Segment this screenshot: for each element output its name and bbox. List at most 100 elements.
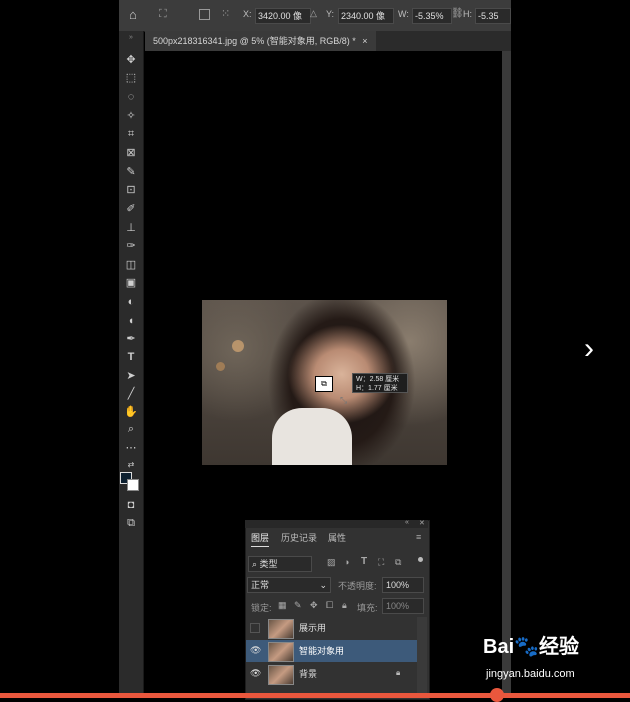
document-title: 500px218316341.jpg @ 5% (智能对象用, RGB/8) *	[153, 36, 356, 46]
x-input[interactable]: 3420.00 像	[255, 8, 311, 24]
history-brush-icon[interactable]: ✑	[123, 239, 139, 253]
visibility-off-icon[interactable]	[250, 623, 260, 633]
eraser-icon[interactable]: ◫	[123, 258, 139, 272]
layers-scrollbar[interactable]	[417, 617, 427, 693]
resize-cursor-icon: ⤡	[340, 395, 348, 405]
reference-point-icon[interactable]: ⁙	[221, 7, 230, 20]
swap-colors-icon[interactable]: ⇄	[123, 458, 139, 472]
lock-label: 锁定:	[251, 603, 272, 613]
home-icon[interactable]: ⌂	[129, 7, 137, 22]
layer-row[interactable]: 展示用	[246, 617, 417, 639]
tab-properties[interactable]: 属性	[328, 530, 346, 546]
layer-name: 展示用	[299, 623, 327, 633]
panel-menu-icon[interactable]: ≡	[416, 532, 421, 542]
close-icon[interactable]: ×	[362, 36, 367, 46]
filter-adjustment-icon[interactable]: ◑	[344, 557, 349, 567]
type-icon[interactable]: T	[123, 350, 139, 364]
tab-history[interactable]: 历史记录	[281, 530, 317, 546]
eye-icon[interactable]: 👁︎	[250, 668, 261, 678]
close-panel-icon[interactable]: ✕	[419, 519, 425, 527]
tools-panel: » ✥ ⬚ ◌ ✧ ⌗ ⊠ ✎ ⊡ ✐ ⊥ ✑ ◫ ▣ ◐ ◖ ✒ T ➤ ╱ …	[119, 31, 144, 698]
checkbox-icon[interactable]	[199, 9, 210, 20]
tooltip-width: W：2.58 厘米	[356, 376, 400, 383]
lock-paint-icon[interactable]: ✎	[294, 600, 302, 611]
brush-icon[interactable]: ✐	[123, 202, 139, 216]
progress-bar[interactable]	[0, 693, 630, 698]
transform-ref-icon[interactable]: ⛶	[159, 8, 167, 21]
lasso-icon[interactable]: ◌	[123, 90, 139, 104]
h-label: H:	[463, 9, 472, 19]
w-label: W:	[398, 9, 409, 19]
lock-pixels-icon[interactable]: ▦	[278, 600, 287, 611]
panel-header: « ✕	[245, 519, 428, 528]
bokeh-light	[216, 362, 225, 371]
link-icon[interactable]: ⛓	[451, 8, 464, 19]
marquee-icon[interactable]: ⬚	[123, 71, 139, 85]
fill-input[interactable]: 100%	[382, 598, 424, 614]
zoom-icon[interactable]: ⌕	[123, 422, 139, 436]
next-arrow-icon[interactable]: ›	[584, 334, 604, 364]
filter-smart-object-icon[interactable]: ⧉	[395, 557, 401, 568]
dodge-icon[interactable]: ◖	[123, 314, 139, 328]
path-select-icon[interactable]: ➤	[123, 369, 139, 383]
y-label: Y:	[326, 9, 335, 19]
stamp-icon[interactable]: ⊥	[123, 221, 139, 235]
magic-wand-icon[interactable]: ✧	[123, 109, 139, 123]
frame-icon[interactable]: ⊠	[123, 146, 139, 160]
healing-icon[interactable]: ⊡	[123, 183, 139, 197]
eye-icon[interactable]: 👁︎	[250, 645, 261, 655]
eyedropper-icon[interactable]: ✎	[123, 165, 139, 179]
layer-filter-select[interactable]: ⌕ 类型	[248, 556, 312, 572]
smart-object-cursor-icon: ⧉	[315, 376, 333, 392]
filter-label: 类型	[259, 559, 278, 569]
filter-type-icon[interactable]: T	[361, 556, 367, 567]
fill-value: 100%	[386, 601, 410, 611]
blend-mode-select[interactable]: 正常 ⌄	[247, 577, 331, 593]
filter-shape-icon[interactable]: ⛶	[378, 557, 384, 568]
watermark-url: jingyan.baidu.com	[486, 668, 575, 680]
chevron-down-icon: ⌄	[319, 580, 327, 590]
transform-tooltip: W：2.58 厘米 H：1.77 厘米	[352, 373, 408, 393]
lock-artboard-icon[interactable]: ⧠	[326, 600, 333, 611]
gradient-icon[interactable]: ▣	[123, 276, 139, 290]
x-label: X:	[243, 9, 252, 19]
background-color-swatch[interactable]	[127, 479, 139, 491]
opacity-value: 100%	[386, 580, 410, 590]
blend-mode-value: 正常	[251, 580, 270, 590]
layer-thumbnail	[268, 665, 294, 685]
opacity-input[interactable]: 100%	[382, 577, 424, 593]
layer-row[interactable]: 👁︎ 背景 🔒︎	[246, 663, 417, 685]
quick-mask-icon[interactable]: ◘	[123, 498, 139, 512]
delta-icon[interactable]: △	[310, 8, 317, 19]
filter-pixel-icon[interactable]: ▨	[327, 557, 336, 568]
lock-icon: 🔒︎	[396, 668, 401, 677]
screen-mode-icon[interactable]: ⧉	[123, 516, 139, 530]
filter-toggle-icon[interactable]	[418, 557, 423, 562]
crop-icon[interactable]: ⌗	[123, 127, 139, 141]
blur-icon[interactable]: ◐	[123, 295, 139, 309]
progress-handle[interactable]	[490, 688, 504, 702]
tooltip-height: H：1.77 厘米	[356, 385, 398, 392]
pen-icon[interactable]: ✒	[123, 332, 139, 346]
tab-layers[interactable]: 图层	[251, 530, 270, 547]
image-subject	[272, 408, 352, 465]
canvas-scrollbar[interactable]	[502, 51, 511, 698]
options-bar: ⌂ ⛶ ⁙ X: 3420.00 像 △ Y: 2340.00 像 W: -5.…	[119, 0, 511, 32]
layer-row-selected[interactable]: 👁︎ 智能对象用	[246, 640, 417, 662]
w-input[interactable]: -5.35%	[412, 8, 452, 24]
collapse-panel-icon[interactable]: «	[405, 519, 409, 526]
lock-position-icon[interactable]: ✥	[310, 600, 318, 611]
hand-icon[interactable]: ✋	[123, 405, 139, 419]
layer-name: 背景	[299, 669, 318, 679]
move-icon[interactable]: ✥	[123, 53, 139, 67]
y-input[interactable]: 2340.00 像	[338, 8, 394, 24]
search-icon: ⌕	[252, 559, 260, 569]
h-input[interactable]: -5.35	[475, 8, 511, 24]
document-tab[interactable]: 500px218316341.jpg @ 5% (智能对象用, RGB/8) *…	[145, 31, 376, 51]
lock-all-icon[interactable]: 🔒︎	[342, 600, 347, 611]
line-icon[interactable]: ╱	[123, 387, 139, 401]
more-icon[interactable]: ⋯	[123, 441, 139, 455]
layer-thumbnail	[268, 619, 294, 639]
watermark-logo: Bai🐾经验	[483, 636, 580, 658]
collapse-icon[interactable]: »	[123, 31, 139, 45]
